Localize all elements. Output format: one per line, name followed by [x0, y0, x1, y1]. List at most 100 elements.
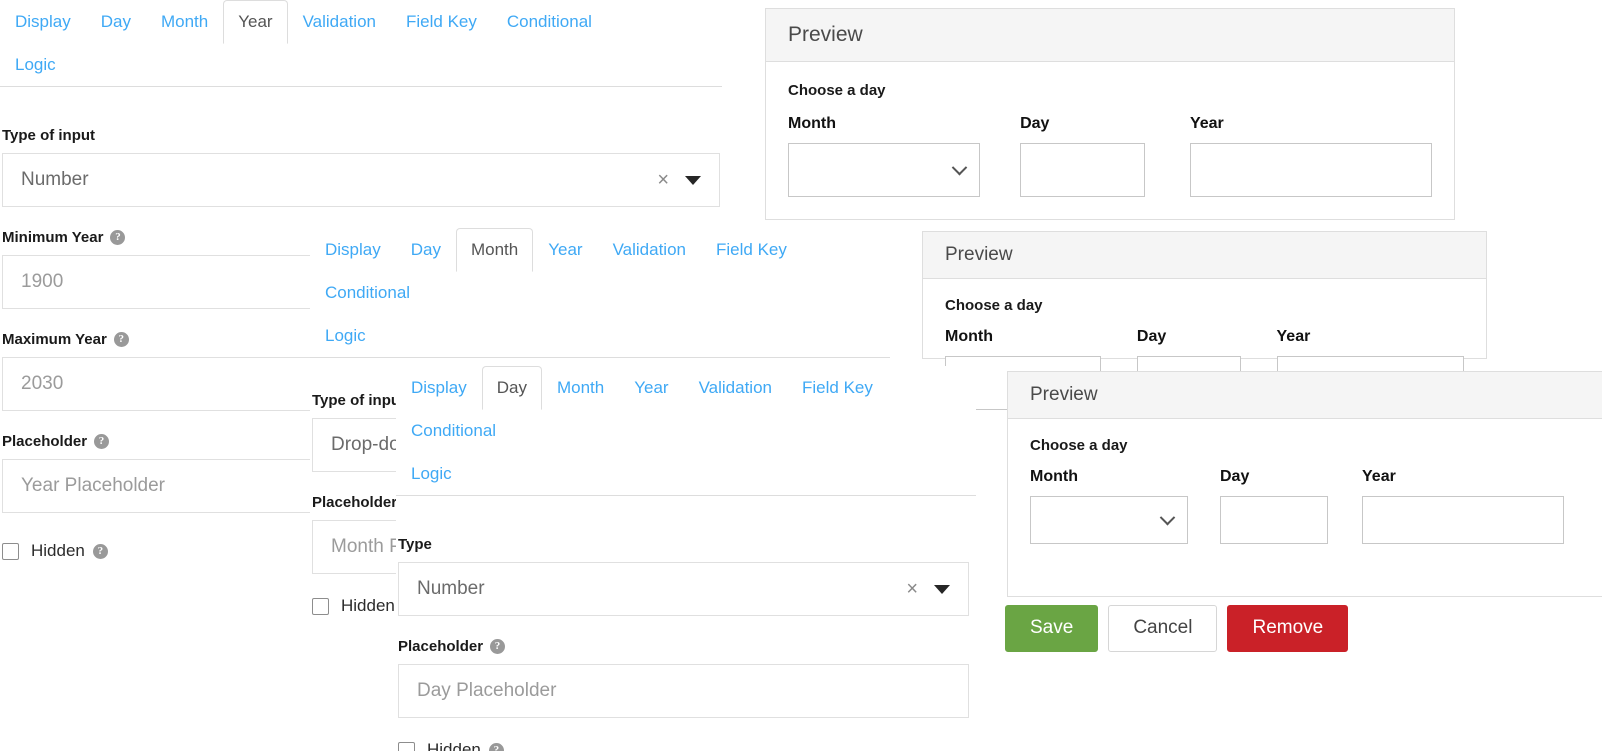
save-button[interactable]: Save [1005, 605, 1099, 652]
tab-display[interactable]: Display [396, 366, 482, 410]
type-of-input-label: Type of input [2, 127, 720, 144]
select-icon-group: × [657, 170, 701, 190]
day-settings-panel: Display Day Month Year Validation Field … [396, 366, 976, 751]
year-input[interactable] [1362, 496, 1564, 544]
checkbox-icon[interactable] [398, 741, 415, 751]
preview-year-field: Year [1362, 468, 1564, 544]
preview-title: Preview [923, 232, 1486, 279]
cancel-button[interactable]: Cancel [1108, 605, 1218, 652]
tab-conditional[interactable]: Conditional [310, 271, 425, 315]
clear-icon[interactable]: × [906, 579, 918, 599]
tab-day[interactable]: Day [481, 366, 542, 410]
checkbox-icon[interactable] [312, 597, 329, 615]
action-button-row: Save Cancel Remove [1005, 605, 1349, 652]
preview-card: Preview Choose a day Month Day Year [765, 8, 1455, 220]
day-column-label: Day [1136, 328, 1167, 345]
tab-day[interactable]: Day [86, 0, 146, 44]
type-label-text: Type [398, 536, 432, 553]
day-hidden-checkbox-row[interactable]: Hidden ? [398, 740, 969, 751]
year-column-label: Year [1189, 115, 1224, 132]
tab-day[interactable]: Day [396, 228, 456, 272]
chevron-down-icon[interactable] [685, 175, 701, 185]
tab-logic[interactable]: Logic [0, 43, 71, 87]
tab-month[interactable]: Month [542, 366, 619, 410]
day-column-label: Day [1020, 115, 1050, 132]
tab-validation[interactable]: Validation [598, 228, 701, 272]
month-select[interactable] [788, 143, 981, 197]
help-icon[interactable]: ? [94, 434, 110, 449]
month-select[interactable] [1030, 496, 1188, 544]
tab-month[interactable]: Month [455, 228, 534, 272]
year-hidden-label: Hidden ? [31, 541, 108, 561]
remove-button[interactable]: Remove [1227, 605, 1349, 652]
field-type: Type Number × [398, 536, 969, 616]
date-time-row: Month Day Year [788, 115, 1432, 197]
tab-year[interactable]: Year [619, 366, 683, 410]
day-input[interactable] [1220, 496, 1328, 544]
maximum-year-placeholder: 2030 [21, 373, 64, 394]
help-icon[interactable]: ? [110, 230, 126, 245]
tab-logic[interactable]: Logic [396, 452, 467, 496]
type-of-input-value: Number [21, 169, 89, 190]
checkbox-icon[interactable] [2, 542, 19, 560]
type-of-input-label-text: Type of input [2, 127, 96, 144]
year-placeholder-text: Year Placeholder [21, 475, 166, 496]
maximum-year-label-text: Maximum Year [2, 331, 107, 348]
tab-field-key[interactable]: Field Key [787, 366, 888, 410]
preview-day-field: Day [1220, 468, 1328, 544]
tab-year[interactable]: Year [223, 0, 288, 44]
tab-field-key[interactable]: Field Key [391, 0, 492, 44]
day-tab-bar: Display Day Month Year Validation Field … [396, 366, 976, 496]
clear-icon[interactable]: × [657, 170, 669, 190]
placeholder-label-text: Placeholder [312, 494, 398, 511]
preview-month-field: Month [1030, 468, 1188, 544]
tab-logic[interactable]: Logic [310, 314, 381, 358]
help-icon[interactable]: ? [92, 543, 108, 559]
tab-display[interactable]: Display [310, 228, 396, 272]
chevron-down-icon[interactable] [934, 584, 950, 594]
tab-field-key[interactable]: Field Key [701, 228, 802, 272]
month-tab-bar: Display Day Month Year Validation Field … [310, 228, 890, 358]
tab-conditional[interactable]: Conditional [396, 409, 511, 453]
year-column-label: Year [1362, 468, 1396, 485]
help-icon[interactable]: ? [488, 742, 504, 751]
year-column-label: Year [1276, 328, 1311, 345]
chevron-down-icon [951, 159, 968, 175]
tab-validation[interactable]: Validation [288, 0, 391, 44]
type-select[interactable]: Number × [398, 562, 969, 616]
day-hidden-label: Hidden ? [427, 740, 504, 751]
help-icon[interactable]: ? [490, 639, 506, 654]
year-hidden-label-text: Hidden [31, 541, 85, 560]
type-of-input-label-text: Type of input [312, 392, 406, 409]
day-settings-form: Type Number × Placeholder ? Day Placehol… [396, 496, 971, 751]
month-hidden-label-text: Hidden [341, 596, 395, 615]
preview-title: Preview [766, 9, 1454, 62]
day-input[interactable] [1020, 143, 1145, 197]
day-placeholder-input[interactable]: Day Placeholder [398, 664, 969, 718]
tab-year[interactable]: Year [533, 228, 597, 272]
month-column-label: Month [945, 328, 993, 345]
field-type-of-input: Type of input Number × [2, 127, 720, 207]
tab-display[interactable]: Display [0, 0, 86, 44]
date-time-row: Month Day Year [1030, 468, 1584, 544]
day-column-label: Day [1220, 468, 1250, 485]
preview-card: Preview Choose a day Month Day Year [922, 231, 1487, 410]
app-root: Display Day Month Year Validation Field … [0, 0, 1602, 751]
type-value: Number [417, 578, 485, 599]
type-label: Type [398, 536, 969, 553]
preview-year-field: Year [1189, 115, 1432, 197]
help-icon[interactable]: ? [113, 332, 129, 347]
tab-conditional[interactable]: Conditional [492, 0, 607, 44]
placeholder-label-text: Placeholder [2, 433, 88, 450]
type-of-input-select[interactable]: Number × [2, 153, 720, 207]
year-input[interactable] [1189, 143, 1432, 197]
preview-month-field: Month [788, 115, 981, 197]
tab-month[interactable]: Month [146, 0, 223, 44]
chevron-down-icon [1159, 509, 1176, 525]
preview-body: Choose a day Month Day Year [766, 62, 1454, 223]
placeholder-label: Placeholder ? [398, 638, 969, 655]
preview-body: Choose a day Month Day Year [1008, 419, 1602, 574]
month-column-label: Month [1030, 468, 1078, 485]
tab-validation[interactable]: Validation [684, 366, 787, 410]
minimum-year-label-text: Minimum Year [2, 229, 104, 246]
